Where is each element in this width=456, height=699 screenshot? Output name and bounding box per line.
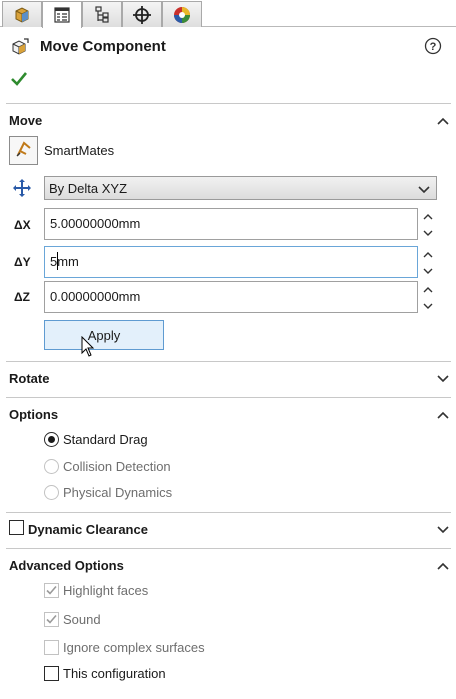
delta-y-input[interactable]: 5mm bbox=[44, 246, 418, 278]
separator bbox=[6, 103, 451, 104]
move-component-icon bbox=[10, 37, 30, 60]
tab-property-manager[interactable] bbox=[42, 1, 82, 28]
separator bbox=[6, 512, 451, 513]
chevron-up-icon[interactable] bbox=[437, 408, 449, 423]
highlight-faces-checkbox[interactable] bbox=[44, 583, 59, 598]
physical-dynamics-label: Physical Dynamics bbox=[63, 485, 173, 500]
page-title: Move Component bbox=[40, 38, 166, 55]
delta-x-spinner[interactable] bbox=[421, 210, 435, 243]
chevron-down-icon bbox=[418, 183, 430, 198]
chevron-down-icon[interactable] bbox=[437, 372, 449, 387]
move-arrows-icon bbox=[12, 178, 32, 201]
smartmates-button[interactable] bbox=[9, 136, 38, 165]
configuration-manager-icon bbox=[92, 5, 112, 25]
delta-z-label: ΔZ bbox=[14, 290, 30, 304]
standard-drag-label: Standard Drag bbox=[63, 432, 148, 447]
property-manager-icon bbox=[52, 5, 72, 25]
delta-x-label: ΔX bbox=[14, 218, 31, 232]
move-mode-select[interactable]: By Delta XYZ bbox=[44, 176, 437, 200]
rotate-section-title[interactable]: Rotate bbox=[9, 371, 49, 386]
delta-z-value: 0.00000000mm bbox=[50, 289, 141, 304]
separator bbox=[6, 548, 451, 549]
physical-dynamics-radio[interactable] bbox=[44, 485, 59, 500]
checkmark-icon bbox=[46, 614, 57, 624]
smartmates-label: SmartMates bbox=[44, 143, 115, 158]
move-mode-value: By Delta XYZ bbox=[49, 181, 128, 196]
feature-manager-icon bbox=[12, 5, 32, 25]
text-caret bbox=[57, 252, 58, 270]
tab-configuration-manager[interactable] bbox=[82, 1, 122, 27]
separator bbox=[6, 361, 451, 362]
dynamic-clearance-checkbox[interactable] bbox=[9, 520, 24, 535]
separator bbox=[6, 397, 451, 398]
ignore-complex-surfaces-label: Ignore complex surfaces bbox=[63, 640, 205, 655]
standard-drag-radio[interactable] bbox=[44, 432, 59, 447]
manager-tab-bar bbox=[0, 0, 456, 28]
dimxpert-manager-icon bbox=[132, 5, 152, 25]
help-icon[interactable]: ? bbox=[424, 37, 442, 58]
mouse-cursor-icon bbox=[81, 335, 95, 361]
this-configuration-label: This configuration bbox=[63, 666, 166, 681]
svg-text:?: ? bbox=[430, 41, 437, 53]
move-section-title[interactable]: Move bbox=[9, 113, 42, 128]
delta-z-spinner[interactable] bbox=[421, 283, 435, 316]
delta-y-label: ΔY bbox=[14, 255, 31, 269]
options-section-title[interactable]: Options bbox=[9, 407, 58, 422]
this-configuration-checkbox[interactable] bbox=[44, 666, 59, 681]
checkmark-icon bbox=[46, 585, 57, 595]
tab-dimxpert-manager[interactable] bbox=[122, 1, 162, 27]
radio-selected-dot bbox=[48, 436, 55, 443]
sound-label: Sound bbox=[63, 612, 101, 627]
advanced-options-section-title[interactable]: Advanced Options bbox=[9, 558, 124, 573]
delta-x-input[interactable]: 5.00000000mm bbox=[44, 208, 418, 240]
delta-y-value: 5mm bbox=[50, 254, 79, 269]
highlight-faces-label: Highlight faces bbox=[63, 583, 149, 598]
collision-detection-label: Collision Detection bbox=[63, 459, 171, 474]
ignore-complex-surfaces-checkbox[interactable] bbox=[44, 640, 59, 655]
ok-checkmark-icon[interactable] bbox=[10, 70, 28, 91]
tab-feature-manager[interactable] bbox=[2, 1, 42, 27]
tab-display-manager[interactable] bbox=[162, 1, 202, 27]
delta-y-spinner[interactable] bbox=[421, 248, 435, 281]
display-manager-icon bbox=[172, 5, 192, 25]
delta-z-input[interactable]: 0.00000000mm bbox=[44, 281, 418, 313]
apply-button[interactable]: Apply bbox=[44, 320, 164, 350]
sound-checkbox[interactable] bbox=[44, 612, 59, 627]
chevron-up-icon[interactable] bbox=[437, 559, 449, 574]
dynamic-clearance-title[interactable]: Dynamic Clearance bbox=[28, 522, 148, 537]
property-manager-header: Move Component ? bbox=[0, 30, 456, 64]
smartmates-icon bbox=[14, 139, 34, 162]
chevron-down-icon[interactable] bbox=[437, 523, 449, 538]
delta-x-value: 5.00000000mm bbox=[50, 216, 141, 231]
chevron-up-icon[interactable] bbox=[437, 114, 449, 129]
collision-detection-radio[interactable] bbox=[44, 459, 59, 474]
